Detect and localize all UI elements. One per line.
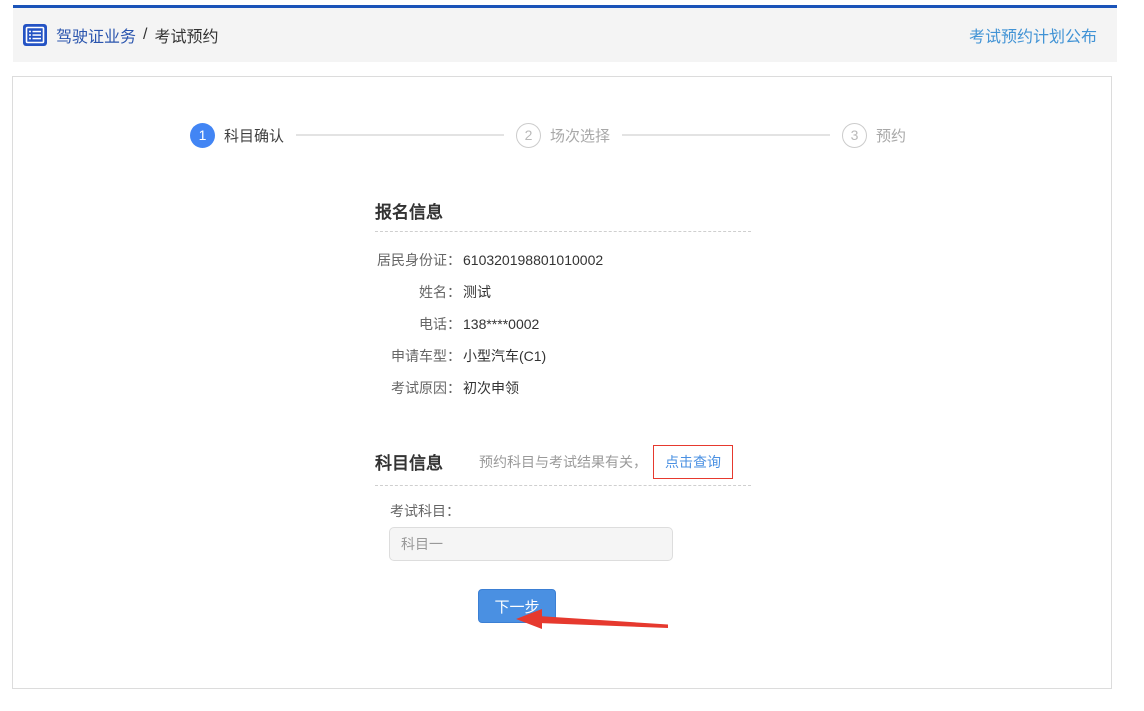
breadcrumb-section-link[interactable]: 驾驶证业务 bbox=[56, 23, 136, 47]
subject-info-header: 科目信息 预约科目与考试结果有关， 点击查询 bbox=[375, 445, 733, 478]
field-value: 610320198801010002 bbox=[463, 252, 603, 268]
registration-info-title: 报名信息 bbox=[375, 198, 443, 223]
progress-stepper: 1 科目确认 2 场次选择 3 预约 bbox=[190, 122, 906, 148]
divider bbox=[375, 485, 751, 486]
step-2-circle: 2 bbox=[516, 123, 541, 148]
field-value: 测试 bbox=[463, 282, 491, 302]
subject-info-title: 科目信息 bbox=[375, 449, 443, 474]
field-label: 居民身份证： bbox=[375, 250, 461, 270]
click-to-query-link[interactable]: 点击查询 bbox=[665, 452, 721, 472]
field-phone: 电话： 138****0002 bbox=[375, 308, 755, 340]
step-1-label: 科目确认 bbox=[224, 125, 284, 146]
exam-subject-label: 考试科目： bbox=[390, 501, 460, 521]
field-label: 电话： bbox=[375, 314, 461, 334]
divider bbox=[375, 231, 751, 232]
breadcrumb-separator: / bbox=[143, 26, 147, 44]
field-label: 申请车型： bbox=[375, 346, 461, 366]
step-3-label: 预约 bbox=[876, 125, 906, 146]
field-value: 初次申领 bbox=[463, 378, 519, 398]
field-value: 小型汽车(C1) bbox=[463, 346, 546, 366]
query-link-highlight-box: 点击查询 bbox=[653, 445, 733, 479]
field-label: 姓名： bbox=[375, 282, 461, 302]
field-vehicle-type: 申请车型： 小型汽车(C1) bbox=[375, 340, 755, 372]
subject-note: 预约科目与考试结果有关， bbox=[479, 452, 647, 472]
registration-fields: 居民身份证： 610320198801010002 姓名： 测试 电话： 138… bbox=[375, 244, 755, 404]
step-1-circle: 1 bbox=[190, 123, 215, 148]
step-3-circle: 3 bbox=[842, 123, 867, 148]
next-step-button[interactable]: 下一步 bbox=[478, 589, 556, 623]
exam-appointment-page: 驾驶证业务 / 考试预约 考试预约计划公布 1 科目确认 2 场次选择 3 预约… bbox=[0, 0, 1144, 711]
field-exam-reason: 考试原因： 初次申领 bbox=[375, 372, 755, 404]
exam-plan-announcement-link[interactable]: 考试预约计划公布 bbox=[969, 23, 1097, 47]
step-subject-confirm: 1 科目确认 bbox=[190, 123, 284, 148]
exam-subject-input[interactable] bbox=[389, 527, 673, 561]
field-label: 考试原因： bbox=[375, 378, 461, 398]
field-id-card: 居民身份证： 610320198801010002 bbox=[375, 244, 755, 276]
step-connector-line bbox=[296, 134, 504, 136]
step-connector-line bbox=[622, 134, 830, 136]
breadcrumb-current-page: 考试预约 bbox=[154, 23, 218, 47]
step-session-select: 2 场次选择 bbox=[516, 123, 610, 148]
step-2-label: 场次选择 bbox=[550, 125, 610, 146]
breadcrumb: 驾驶证业务 / 考试预约 bbox=[23, 23, 218, 47]
page-header: 驾驶证业务 / 考试预约 考试预约计划公布 bbox=[13, 5, 1117, 62]
license-business-list-icon bbox=[23, 24, 47, 46]
step-appointment: 3 预约 bbox=[842, 123, 906, 148]
field-value: 138****0002 bbox=[463, 316, 539, 332]
field-name: 姓名： 测试 bbox=[375, 276, 755, 308]
